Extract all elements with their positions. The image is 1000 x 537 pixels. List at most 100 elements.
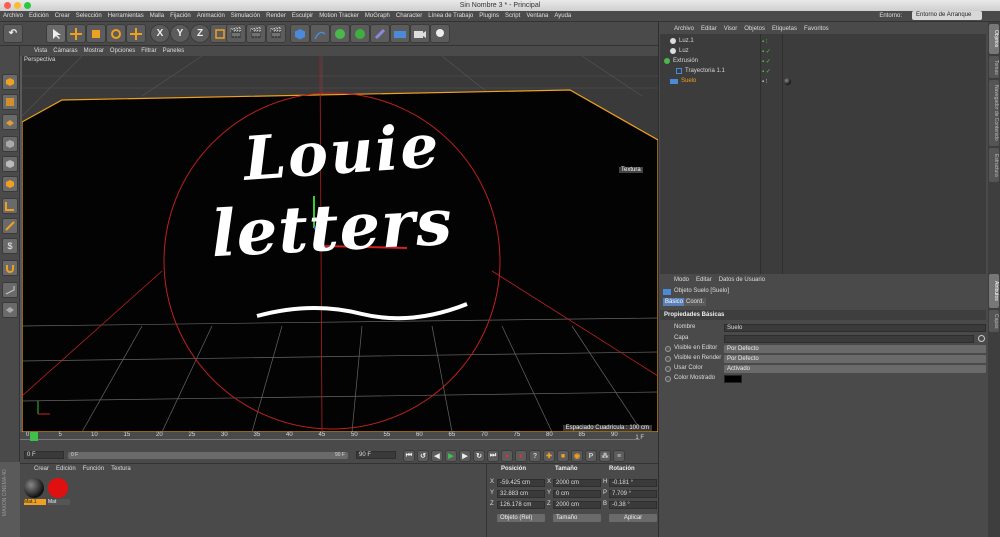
scale-key-icon[interactable]: ■ — [557, 450, 569, 462]
material-swatch-mat[interactable]: Mat — [48, 478, 70, 508]
x-axis-lock-button[interactable]: X — [150, 24, 170, 43]
material-tag-icon[interactable] — [784, 77, 791, 85]
go-to-start-icon[interactable]: ⏮ — [403, 450, 415, 462]
next-frame-icon[interactable]: ▶ — [459, 450, 471, 462]
light-object-icon[interactable] — [430, 24, 450, 43]
recent-tools-icon[interactable] — [126, 24, 146, 43]
nurbs-generator-icon[interactable] — [330, 24, 350, 43]
camera-object-icon[interactable] — [410, 24, 430, 43]
viewport-menu-camaras[interactable]: Cámaras — [53, 48, 77, 54]
close-window-button[interactable] — [4, 2, 11, 9]
viewport-menu-mostrar[interactable]: Mostrar — [84, 48, 104, 54]
coord-size-mode-select[interactable]: Tamaño — [553, 514, 601, 522]
object-menu-favoritos[interactable]: Favoritos — [804, 26, 829, 32]
rotation-b-field[interactable]: -0.38 ° — [609, 501, 657, 509]
go-to-end-icon[interactable]: ⏭ — [487, 450, 499, 462]
range-slider[interactable]: 0 F 90 F — [68, 452, 348, 459]
visibility-toggle-icon[interactable]: ▪ ✓ — [762, 68, 771, 75]
side-tab-estructura[interactable]: Estructura — [989, 148, 999, 182]
minimize-window-button[interactable] — [14, 2, 21, 9]
object-row-luz1[interactable]: Luz.1 ▪ ⁝ — [660, 36, 986, 46]
material-menu-textura[interactable]: Textura — [111, 466, 131, 472]
floor-environment-icon[interactable] — [390, 24, 410, 43]
lock-workplane-icon[interactable] — [2, 302, 18, 318]
tab-basico[interactable]: Básico — [663, 298, 686, 306]
visibility-toggle-icon[interactable]: ▪ ⁝ — [762, 78, 768, 85]
render-view-icon[interactable]: 🎬 — [226, 24, 246, 43]
viewport-menu-vista[interactable]: Vista — [34, 48, 47, 54]
material-swatch-mat1[interactable]: Mat.1 — [24, 478, 46, 508]
rotation-p-field[interactable]: 7.709 ° — [609, 490, 657, 498]
menu-script[interactable]: Script — [505, 13, 520, 19]
scale-tool-icon[interactable] — [86, 24, 106, 43]
texture-mode-icon[interactable] — [2, 94, 18, 110]
attr-menu-datos-usuario[interactable]: Datos de Usuario — [719, 277, 765, 283]
visible-render-select[interactable]: Por Defecto — [724, 355, 986, 363]
animate-toggle-icon[interactable] — [665, 366, 671, 372]
array-object-icon[interactable] — [350, 24, 370, 43]
make-editable-icon[interactable] — [2, 74, 18, 90]
menu-esculpir[interactable]: Esculpir — [292, 13, 313, 19]
rotation-h-field[interactable]: -0.181 ° — [609, 479, 657, 487]
magnet-snap-icon[interactable] — [2, 260, 18, 276]
material-menu-edicion[interactable]: Edición — [56, 466, 76, 472]
autokey-icon[interactable]: ● — [515, 450, 527, 462]
undo-icon[interactable]: ↶ — [3, 24, 23, 43]
size-x-field[interactable]: 2000 cm — [553, 479, 601, 487]
cube-primitive-icon[interactable] — [290, 24, 310, 43]
side-tab-capas[interactable]: Capas — [989, 310, 999, 332]
visibility-toggle-icon[interactable]: ▪ ✓ — [762, 48, 771, 55]
object-row-luz[interactable]: Luz ▪ ✓ — [660, 46, 986, 56]
snap-icon[interactable]: $ — [2, 238, 18, 254]
side-tab-navegador[interactable]: Navegador de Contenido — [989, 80, 999, 146]
object-menu-etiquetas[interactable]: Etiquetas — [772, 26, 797, 32]
timeline-ruler[interactable]: 0 5 10 15 20 25 30 35 40 45 50 55 60 65 70 75 80 85 90 1 F — [20, 432, 658, 448]
record-keyframe-icon[interactable]: ● — [501, 450, 513, 462]
point-level-key-icon[interactable]: ⁂ — [599, 450, 611, 462]
object-menu-visor[interactable]: Visor — [724, 26, 738, 32]
render-picture-viewer-icon[interactable]: 🎬 — [246, 24, 266, 43]
menu-malla[interactable]: Malla — [150, 13, 164, 19]
menu-fijacion[interactable]: Fijación — [170, 13, 191, 19]
menu-ventana[interactable]: Ventana — [526, 13, 548, 19]
attr-menu-editar[interactable]: Editar — [696, 277, 712, 283]
start-frame-field[interactable]: 0 F — [24, 451, 64, 459]
position-x-field[interactable]: -59.425 cm — [497, 479, 545, 487]
menu-animacion[interactable]: Animación — [197, 13, 225, 19]
y-axis-lock-button[interactable]: Y — [170, 24, 190, 43]
workplane-icon[interactable] — [2, 114, 18, 130]
object-row-trayectoria[interactable]: Trayectoria 1.1 ▪ ✓ — [660, 66, 986, 76]
keyframe-selection-icon[interactable]: ? — [529, 450, 541, 462]
timeline-window-icon[interactable]: ≡ — [613, 450, 625, 462]
viewport-menu-opciones[interactable]: Opciones — [110, 48, 135, 54]
object-row-extrusion[interactable]: Extrusión ▪ ✓ — [660, 56, 986, 66]
viewport-menu-filtrar[interactable]: Filtrar — [141, 48, 156, 54]
menu-archivo[interactable]: Archivo — [3, 13, 23, 19]
menu-plugins[interactable]: Plugins — [479, 13, 499, 19]
parameter-key-icon[interactable]: P — [585, 450, 597, 462]
end-frame-field[interactable]: 90 F — [356, 451, 396, 459]
use-color-select[interactable]: Activado — [724, 365, 986, 373]
animate-toggle-icon[interactable] — [665, 346, 671, 352]
menu-ayuda[interactable]: Ayuda — [554, 13, 571, 19]
position-z-field[interactable]: 126.178 cm — [497, 501, 545, 509]
apply-button[interactable]: Aplicar — [609, 514, 657, 522]
object-mode-icon[interactable] — [2, 156, 18, 172]
side-tab-objetos[interactable]: Objetos — [989, 24, 999, 54]
viewport-menu-paneles[interactable]: Paneles — [163, 48, 185, 54]
visibility-toggle-icon[interactable]: ▪ ⁝ — [762, 38, 768, 45]
grid-snap-icon[interactable] — [2, 282, 18, 298]
side-tab-atributos[interactable]: Atributos — [989, 274, 999, 308]
current-frame-field[interactable]: 1 F — [635, 435, 644, 441]
environment-select[interactable]: Entorno de Arranque — [912, 11, 982, 20]
visibility-toggle-icon[interactable]: ▪ ✓ — [762, 58, 771, 65]
play-icon[interactable]: ▶ — [445, 450, 457, 462]
model-mode-icon[interactable] — [2, 136, 18, 152]
edges-mode-icon[interactable] — [2, 198, 18, 214]
size-z-field[interactable]: 2000 cm — [553, 501, 601, 509]
rotate-tool-icon[interactable] — [106, 24, 126, 43]
menu-render[interactable]: Render — [266, 13, 286, 19]
position-y-field[interactable]: 32.883 cm — [497, 490, 545, 498]
menu-seleccion[interactable]: Selección — [76, 13, 102, 19]
attr-menu-modo[interactable]: Modo — [674, 277, 689, 283]
